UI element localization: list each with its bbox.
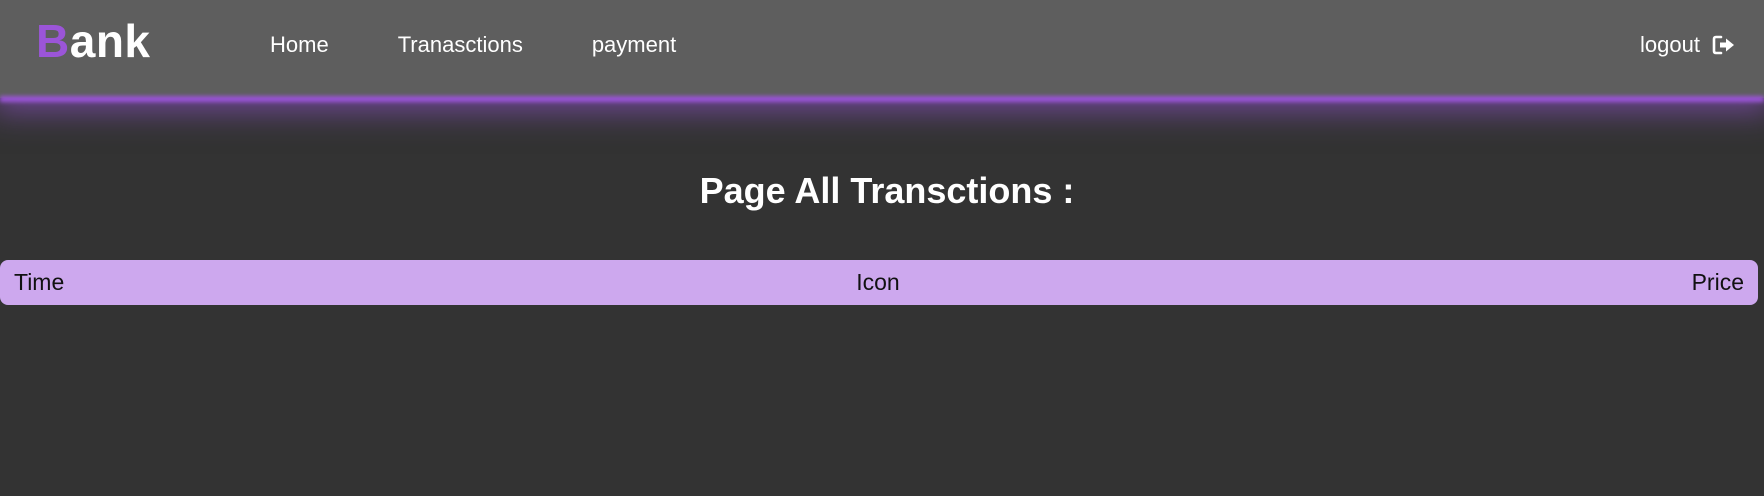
column-header-icon: Icon: [856, 269, 900, 295]
logout-label: logout: [1640, 32, 1700, 57]
table-header-row: Time Icon Price: [0, 260, 1758, 305]
column-header-price: Price: [1691, 269, 1744, 295]
column-header-time: Time: [14, 269, 65, 295]
nav-link-home[interactable]: Home: [270, 32, 329, 58]
logo-first-letter: B: [36, 15, 70, 67]
nav-links: Home Tranasctions payment: [270, 32, 676, 58]
logo-rest: ank: [69, 15, 151, 67]
nav-link-payment[interactable]: payment: [592, 32, 676, 58]
page-title: Page All Transctions :: [699, 170, 1075, 211]
logout-button[interactable]: logout: [1640, 32, 1736, 58]
navbar: Bank Home Tranasctions payment logout: [0, 0, 1764, 98]
logo[interactable]: Bank: [36, 14, 151, 68]
nav-link-transactions[interactable]: Tranasctions: [398, 32, 523, 58]
sign-out-icon: [1712, 34, 1736, 56]
